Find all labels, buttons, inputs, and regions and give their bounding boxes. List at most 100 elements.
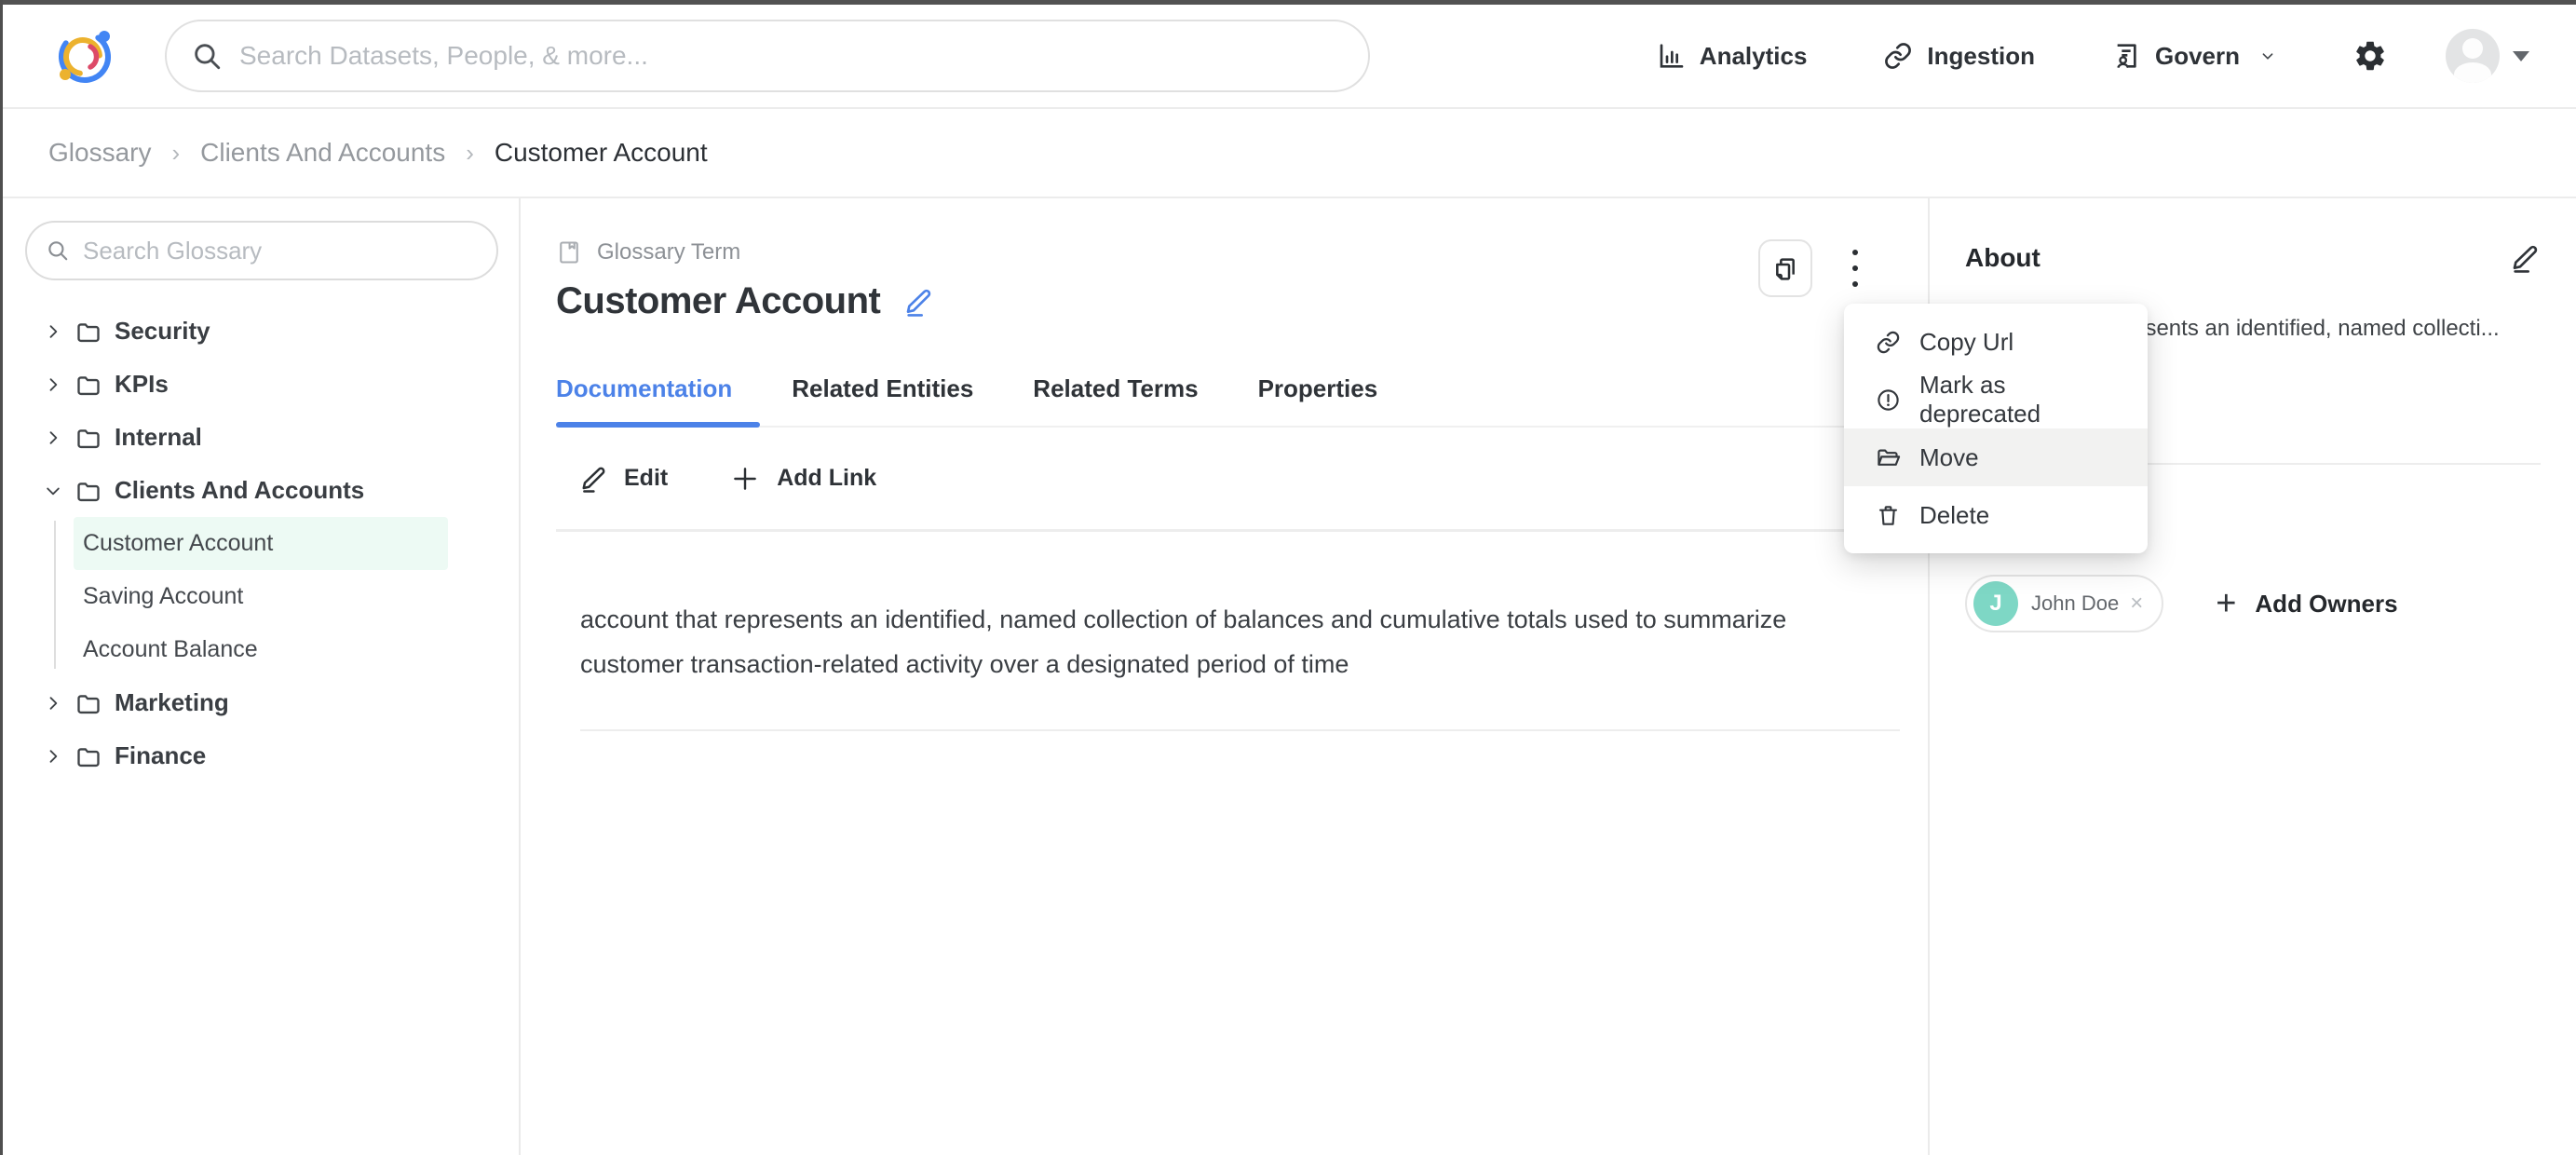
- tree-node-label: Marketing: [115, 688, 229, 717]
- breadcrumb-glossary[interactable]: Glossary: [48, 138, 151, 168]
- folder-icon: [75, 743, 102, 769]
- tree-node-label: Finance: [115, 741, 206, 770]
- entity-tabs: Documentation Related Entities Related T…: [556, 374, 1928, 428]
- entity-main: Glossary Term Customer Account: [521, 198, 1928, 1155]
- bookmark-icon: [556, 239, 582, 265]
- menu-item-mark-as-deprecated[interactable]: Mark as deprecated: [1844, 371, 2148, 428]
- edit-documentation-button[interactable]: Edit: [580, 465, 668, 493]
- tab-related-entities[interactable]: Related Entities: [792, 374, 973, 426]
- datahub-logo-icon[interactable]: [55, 26, 115, 86]
- nav-analytics-label: Analytics: [1700, 42, 1808, 71]
- plus-icon: [729, 463, 761, 495]
- folder-open-icon: [1876, 445, 1901, 470]
- tree-leaf-account-balance[interactable]: Account Balance: [74, 623, 448, 676]
- bar-chart-icon: [1656, 41, 1686, 71]
- edit-about-button[interactable]: [2511, 243, 2541, 273]
- menu-item-label: Mark as deprecated: [1919, 371, 2129, 428]
- plus-icon: +: [2216, 586, 2236, 621]
- more-options-menu: Copy Url Mark as deprecated Move Delete: [1844, 304, 2148, 553]
- edit-title-button[interactable]: [904, 287, 934, 317]
- about-title: About: [1965, 243, 2040, 273]
- glossary-search[interactable]: [25, 221, 498, 280]
- tree-node-clients-and-accounts[interactable]: Clients And Accounts: [3, 464, 519, 517]
- breadcrumb-customer-account: Customer Account: [495, 138, 708, 168]
- kebab-menu-icon: [1851, 247, 1860, 290]
- term-description: account that represents an identified, n…: [580, 597, 1884, 686]
- tree-leaf-customer-account[interactable]: Customer Account: [74, 517, 448, 570]
- pencil-icon: [580, 465, 608, 493]
- chevron-right-icon[interactable]: [44, 375, 62, 394]
- search-icon: [46, 238, 70, 263]
- breadcrumb-separator: ›: [466, 139, 474, 168]
- page-title: Customer Account: [556, 280, 880, 322]
- tree-leaf-saving-account[interactable]: Saving Account: [74, 570, 448, 623]
- folder-icon: [75, 425, 102, 451]
- nav-govern-label: Govern: [2155, 42, 2240, 71]
- add-link-label: Add Link: [777, 465, 876, 492]
- nav-ingestion-label: Ingestion: [1927, 42, 2035, 71]
- topbar: Analytics Ingestion Govern: [3, 5, 2576, 109]
- owners-section: J John Doe × + Add Owners: [1965, 575, 2541, 632]
- menu-item-move[interactable]: Move: [1844, 428, 2148, 486]
- pencil-icon: [904, 287, 934, 317]
- nav-analytics[interactable]: Analytics: [1656, 41, 1808, 71]
- tree-node-finance[interactable]: Finance: [3, 729, 519, 782]
- glossary-sidebar: Security KPIs Internal: [3, 198, 521, 1155]
- folder-icon: [75, 319, 102, 345]
- chevron-right-icon[interactable]: [44, 694, 62, 713]
- topbar-nav: Analytics Ingestion Govern: [1579, 29, 2529, 83]
- tree-node-security[interactable]: Security: [3, 305, 519, 358]
- menu-item-label: Delete: [1919, 501, 1989, 530]
- add-link-button[interactable]: Add Link: [729, 463, 876, 495]
- nav-govern[interactable]: Govern: [2111, 41, 2278, 71]
- breadcrumb: Glossary › Clients And Accounts › Custom…: [3, 109, 2576, 198]
- tree-children-clients-and-accounts: Customer Account Saving Account Account …: [3, 517, 519, 676]
- trash-icon: [1876, 503, 1901, 528]
- settings-button[interactable]: [2352, 38, 2388, 74]
- documentation-toolbar: Edit Add Link: [556, 428, 1928, 532]
- folder-icon: [75, 478, 102, 504]
- global-search[interactable]: [165, 20, 1370, 92]
- owner-avatar: J: [1973, 581, 2018, 626]
- nav-ingestion[interactable]: Ingestion: [1883, 41, 2035, 71]
- menu-item-copy-url[interactable]: Copy Url: [1844, 313, 2148, 371]
- user-menu[interactable]: [2446, 29, 2529, 83]
- tab-properties[interactable]: Properties: [1258, 374, 1378, 426]
- more-options-button[interactable]: [1837, 239, 1874, 297]
- add-owners-button[interactable]: + Add Owners: [2216, 586, 2397, 621]
- owner-chip-john-doe[interactable]: J John Doe ×: [1965, 575, 2163, 632]
- documentation-section: account that represents an identified, n…: [580, 532, 1900, 731]
- tree-node-label: Internal: [115, 423, 202, 452]
- menu-item-delete[interactable]: Delete: [1844, 486, 2148, 544]
- copy-icon: [1770, 253, 1800, 283]
- plug-icon: [1883, 41, 1913, 71]
- tab-documentation[interactable]: Documentation: [556, 374, 732, 426]
- chevron-right-icon[interactable]: [44, 428, 62, 447]
- link-icon: [1876, 330, 1901, 355]
- chevron-down-icon[interactable]: [44, 482, 62, 500]
- tree-node-internal[interactable]: Internal: [3, 411, 519, 464]
- owner-name: John Doe: [2031, 591, 2119, 616]
- breadcrumb-clients-and-accounts[interactable]: Clients And Accounts: [200, 138, 445, 168]
- tree-node-marketing[interactable]: Marketing: [3, 676, 519, 729]
- chevron-right-icon[interactable]: [44, 322, 62, 341]
- menu-item-label: Move: [1919, 443, 1979, 472]
- tab-related-terms[interactable]: Related Terms: [1033, 374, 1198, 426]
- global-search-input[interactable]: [239, 41, 1349, 71]
- gear-icon: [2352, 38, 2388, 74]
- tree-node-kpis[interactable]: KPIs: [3, 358, 519, 411]
- folder-icon: [75, 372, 102, 398]
- glossary-tree: Security KPIs Internal: [3, 305, 519, 782]
- chevron-down-icon: [2257, 46, 2278, 66]
- copy-urn-button[interactable]: [1758, 239, 1812, 297]
- glossary-search-input[interactable]: [83, 237, 478, 265]
- chevron-right-icon[interactable]: [44, 747, 62, 766]
- tree-node-label: Clients And Accounts: [115, 476, 364, 505]
- warning-circle-icon: [1876, 387, 1901, 413]
- remove-owner-icon[interactable]: ×: [2130, 592, 2143, 615]
- add-owners-label: Add Owners: [2255, 590, 2397, 618]
- menu-item-label: Copy Url: [1919, 328, 2013, 357]
- caret-down-icon: [2513, 51, 2529, 61]
- pencil-icon: [2511, 243, 2541, 273]
- edit-label: Edit: [624, 465, 668, 492]
